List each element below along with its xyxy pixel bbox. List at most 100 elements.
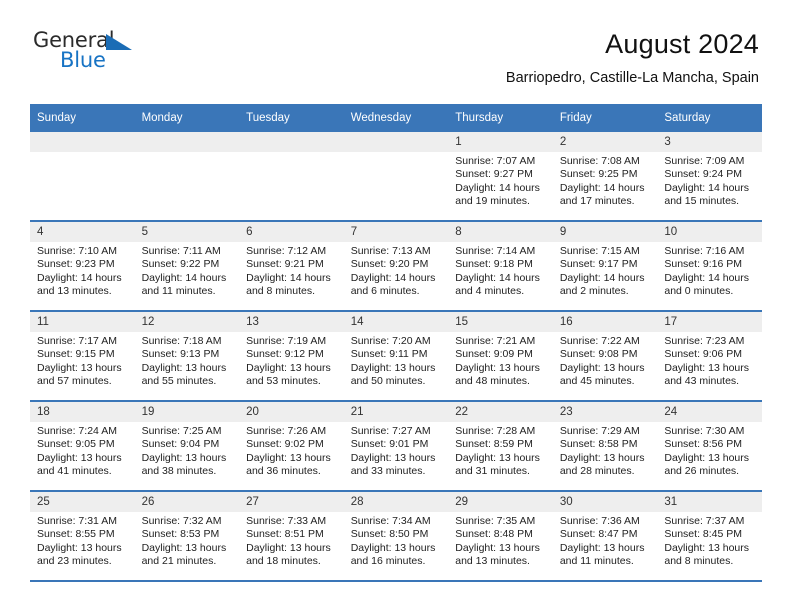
- calendar-day-cell[interactable]: 16 Sunrise: 7:22 AM Sunset: 9:08 PM Dayligh…: [552, 311, 658, 402]
- calendar-day-cell[interactable]: 23 Sunrise: 7:29 AM Sunset: 8:58 PM Dayligh…: [552, 401, 658, 492]
- day-details: Sunrise: 7:23 AM Sunset: 9:06 PM Daylight:…: [657, 332, 762, 389]
- calendar-day-cell[interactable]: 1 Sunrise: 7:07 AM Sunset: 9:27 PM Daylight…: [448, 132, 553, 222]
- calendar-day-cell[interactable]: 19 Sunrise: 7:25 AM Sunset: 9:04 PM Dayligh…: [134, 401, 240, 492]
- logo-text-blue: Blue: [60, 48, 106, 72]
- day-details: Sunrise: 7:14 AM Sunset: 9:18 PM Daylight:…: [448, 242, 553, 299]
- page-subtitle: Barriopedro, Castille-La Mancha, Spain: [505, 70, 759, 86]
- calendar-week-row: 18 Sunrise: 7:24 AM Sunset: 9:05 PM Dayligh…: [30, 401, 762, 492]
- daylight-duration-line2: and 23 minutes.: [37, 555, 112, 568]
- daylight-duration-line2: and 55 minutes.: [141, 375, 217, 388]
- calendar-day-cell[interactable]: 5 Sunrise: 7:11 AM Sunset: 9:22 PM Daylight…: [134, 221, 240, 312]
- calendar-day-cell[interactable]: 31 Sunrise: 7:37 AM Sunset: 8:45 PM Dayligh…: [657, 491, 762, 582]
- daylight-duration-line1: Daylight: 13 hours: [246, 361, 331, 374]
- calendar-day-cell[interactable]: 22 Sunrise: 7:28 AM Sunset: 8:59 PM Dayligh…: [448, 401, 553, 492]
- sunset-time: Sunset: 8:59 PM: [455, 438, 533, 451]
- day-number: 26: [134, 492, 240, 512]
- sunrise-time: Sunrise: 7:36 AM: [559, 515, 640, 527]
- day-details: Sunrise: 7:31 AM Sunset: 8:55 PM Daylight:…: [30, 512, 135, 569]
- calendar-day-cell[interactable]: 9 Sunrise: 7:15 AM Sunset: 9:17 PM Daylight…: [552, 221, 658, 312]
- sunrise-time: Sunrise: 7:12 AM: [246, 245, 327, 257]
- sunrise-time: Sunrise: 7:14 AM: [455, 245, 536, 257]
- calendar-day-cell[interactable]: 28 Sunrise: 7:34 AM Sunset: 8:50 PM Dayligh…: [343, 491, 449, 582]
- sunset-time: Sunset: 8:53 PM: [141, 528, 220, 541]
- calendar-day-cell[interactable]: 15 Sunrise: 7:21 AM Sunset: 9:09 PM Dayligh…: [448, 311, 553, 402]
- daylight-duration-line2: and 16 minutes.: [350, 555, 426, 568]
- daylight-duration-line1: Daylight: 13 hours: [664, 541, 750, 554]
- daylight-duration-line2: and 28 minutes.: [559, 465, 635, 478]
- sunrise-time: Sunrise: 7:08 AM: [559, 155, 640, 167]
- calendar-day-cell[interactable]: 17 Sunrise: 7:23 AM Sunset: 9:06 PM Dayligh…: [657, 311, 762, 402]
- calendar-day-cell[interactable]: 11 Sunrise: 7:17 AM Sunset: 9:15 PM Dayligh…: [30, 311, 135, 402]
- sunrise-time: Sunrise: 7:33 AM: [246, 515, 327, 527]
- daylight-duration-line2: and 8 minutes.: [664, 555, 734, 568]
- calendar-day-cell[interactable]: 2 Sunrise: 7:08 AM Sunset: 9:25 PM Daylight…: [552, 132, 658, 222]
- sunrise-time: Sunrise: 7:34 AM: [350, 515, 431, 527]
- sunset-time: Sunset: 9:22 PM: [141, 258, 220, 271]
- day-number: 29: [448, 492, 553, 512]
- weekday-header-sunday: Sunday: [30, 104, 135, 132]
- calendar-day-cell[interactable]: 6 Sunrise: 7:12 AM Sunset: 9:21 PM Daylight…: [239, 221, 344, 312]
- calendar-day-cell[interactable]: 4 Sunrise: 7:10 AM Sunset: 9:23 PM Daylight…: [30, 221, 135, 312]
- calendar-day-cell[interactable]: 12 Sunrise: 7:18 AM Sunset: 9:13 PM Dayligh…: [134, 311, 240, 402]
- sunrise-time: Sunrise: 7:25 AM: [141, 425, 222, 437]
- calendar-day-cell[interactable]: 20 Sunrise: 7:26 AM Sunset: 9:02 PM Dayligh…: [239, 401, 344, 492]
- daylight-duration-line1: Daylight: 14 hours: [37, 271, 122, 284]
- sunrise-time: Sunrise: 7:28 AM: [455, 425, 536, 437]
- calendar-day-cell[interactable]: 3 Sunrise: 7:09 AM Sunset: 9:24 PM Daylight…: [657, 132, 762, 222]
- calendar-day-cell-empty: [239, 132, 344, 222]
- sunset-time: Sunset: 9:24 PM: [664, 168, 743, 181]
- sunset-time: Sunset: 9:01 PM: [350, 438, 429, 451]
- sunrise-time: Sunrise: 7:27 AM: [350, 425, 431, 437]
- daylight-duration-line1: Daylight: 13 hours: [141, 541, 227, 554]
- day-number: 17: [657, 312, 762, 332]
- day-details: Sunrise: 7:36 AM Sunset: 8:47 PM Daylight:…: [553, 512, 658, 569]
- sunset-time: Sunset: 9:12 PM: [246, 348, 324, 361]
- sunrise-time: Sunrise: 7:10 AM: [37, 245, 117, 257]
- sunrise-time: Sunrise: 7:13 AM: [350, 245, 431, 257]
- calendar-day-cell[interactable]: 27 Sunrise: 7:33 AM Sunset: 8:51 PM Dayligh…: [239, 491, 344, 582]
- calendar-day-cell[interactable]: 8 Sunrise: 7:14 AM Sunset: 9:18 PM Daylight…: [448, 221, 553, 312]
- sunset-time: Sunset: 9:18 PM: [455, 258, 533, 271]
- calendar-day-cell[interactable]: 29 Sunrise: 7:35 AM Sunset: 8:48 PM Dayligh…: [448, 491, 553, 582]
- day-number: 23: [552, 402, 658, 422]
- calendar-day-cell[interactable]: 7 Sunrise: 7:13 AM Sunset: 9:20 PM Daylight…: [343, 221, 449, 312]
- day-number: 7: [343, 222, 449, 242]
- weekday-header-wednesday: Wednesday: [343, 104, 449, 132]
- day-number: 31: [657, 492, 762, 512]
- weekday-header-monday: Monday: [134, 104, 240, 132]
- sunrise-time: Sunrise: 7:23 AM: [664, 335, 745, 347]
- daylight-duration-line2: and 18 minutes.: [246, 555, 321, 568]
- day-number: 14: [343, 312, 449, 332]
- calendar-day-cell[interactable]: 18 Sunrise: 7:24 AM Sunset: 9:05 PM Dayligh…: [30, 401, 135, 492]
- daylight-duration-line2: and 2 minutes.: [559, 285, 629, 298]
- daylight-duration-line1: Daylight: 13 hours: [455, 451, 540, 464]
- sunrise-time: Sunrise: 7:19 AM: [246, 335, 327, 347]
- daylight-duration-line1: Daylight: 13 hours: [559, 451, 645, 464]
- sunset-time: Sunset: 8:48 PM: [455, 528, 533, 541]
- calendar-header-row: Sunday Monday Tuesday Wednesday Thursday…: [30, 104, 762, 132]
- calendar-day-cell[interactable]: 21 Sunrise: 7:27 AM Sunset: 9:01 PM Dayligh…: [343, 401, 449, 492]
- sunrise-time: Sunrise: 7:37 AM: [664, 515, 745, 527]
- day-details: Sunrise: 7:32 AM Sunset: 8:53 PM Daylight:…: [135, 512, 240, 569]
- daylight-duration-line1: Daylight: 13 hours: [246, 541, 331, 554]
- calendar-day-cell[interactable]: 25 Sunrise: 7:31 AM Sunset: 8:55 PM Dayligh…: [30, 491, 135, 582]
- daylight-duration-line2: and 6 minutes.: [350, 285, 420, 298]
- calendar-day-cell[interactable]: 10 Sunrise: 7:16 AM Sunset: 9:16 PM Dayligh…: [657, 221, 762, 312]
- sunset-time: Sunset: 9:04 PM: [141, 438, 220, 451]
- calendar-day-cell[interactable]: 30 Sunrise: 7:36 AM Sunset: 8:47 PM Dayligh…: [552, 491, 658, 582]
- sunset-time: Sunset: 9:11 PM: [350, 348, 428, 361]
- weekday-header-friday: Friday: [552, 104, 658, 132]
- logo-triangle-icon: [106, 34, 132, 50]
- calendar-day-cell[interactable]: 24 Sunrise: 7:30 AM Sunset: 8:56 PM Dayligh…: [657, 401, 762, 492]
- daylight-duration-line1: Daylight: 13 hours: [37, 361, 122, 374]
- calendar-day-cell[interactable]: 14 Sunrise: 7:20 AM Sunset: 9:11 PM Dayligh…: [343, 311, 449, 402]
- sunrise-time: Sunrise: 7:11 AM: [141, 245, 221, 257]
- calendar-day-cell[interactable]: 26 Sunrise: 7:32 AM Sunset: 8:53 PM Dayligh…: [134, 491, 240, 582]
- day-number: [239, 132, 344, 152]
- general-blue-logo[interactable]: General Blue: [33, 28, 163, 78]
- calendar-day-cell[interactable]: 13 Sunrise: 7:19 AM Sunset: 9:12 PM Dayligh…: [239, 311, 344, 402]
- daylight-duration-line2: and 38 minutes.: [141, 465, 217, 478]
- sunset-time: Sunset: 8:55 PM: [37, 528, 115, 541]
- day-details: Sunrise: 7:07 AM Sunset: 9:27 PM Daylight:…: [448, 152, 553, 209]
- sunrise-time: Sunrise: 7:18 AM: [141, 335, 222, 347]
